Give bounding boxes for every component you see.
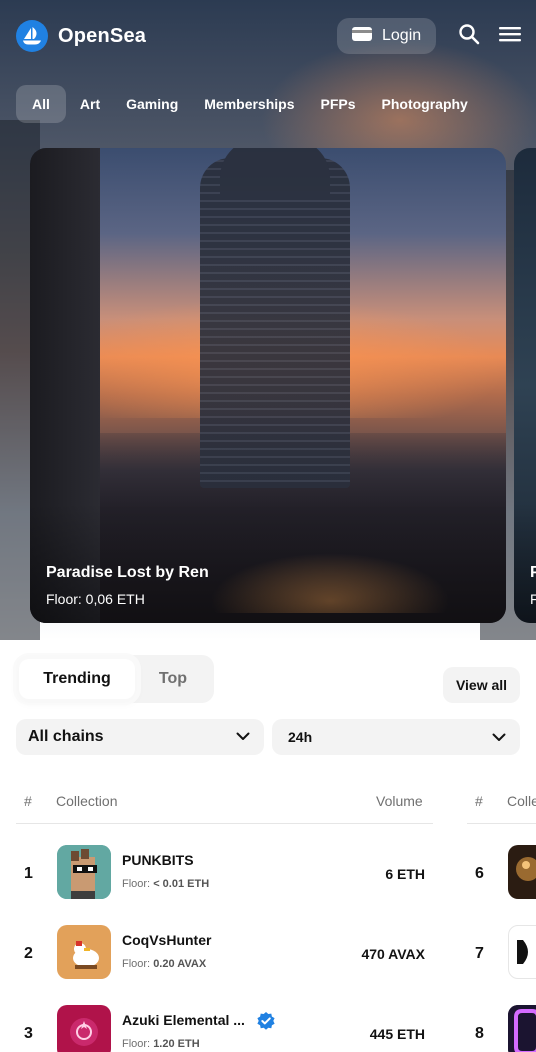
- period-select-value: 24h: [288, 729, 313, 745]
- login-label: Login: [382, 27, 422, 44]
- row-rank: 2: [24, 945, 33, 962]
- featured-card-next[interactable]: P F: [514, 148, 536, 623]
- featured-card[interactable]: Paradise Lost by Ren Floor: 0,06 ETH: [30, 148, 506, 623]
- opensea-logo-icon: [16, 20, 48, 52]
- login-button[interactable]: Login: [337, 18, 436, 54]
- collection-thumbnail: [57, 1005, 111, 1052]
- brand-name: OpenSea: [58, 24, 147, 47]
- chevron-down-icon: [236, 728, 250, 746]
- row-rank: 1: [24, 865, 33, 882]
- search-button[interactable]: [455, 22, 483, 50]
- collection-thumbnail: [57, 925, 111, 979]
- chevron-down-icon: [492, 729, 506, 745]
- hamburger-menu-icon: [498, 24, 522, 49]
- collection-name: CoqVsHunter: [122, 932, 212, 948]
- column-header-rank: #: [24, 793, 32, 809]
- row-rank: 8: [475, 1025, 484, 1042]
- collection-floor: Floor: < 0.01 ETH: [122, 878, 209, 890]
- table-row[interactable]: 6: [467, 845, 536, 905]
- category-tabs: All Art Gaming Memberships PFPs Photogra…: [16, 85, 536, 123]
- floor-value: 1.20 ETH: [153, 1038, 200, 1050]
- column-header-collection: Colle: [507, 793, 536, 809]
- column-header-volume: Volume: [376, 793, 423, 809]
- collection-name: Azuki Elemental ...: [122, 1012, 245, 1028]
- row-rank: 6: [475, 865, 484, 882]
- row-rank: 7: [475, 945, 484, 962]
- collection-volume: 470 AVAX: [361, 946, 425, 962]
- collection-thumbnail: [508, 925, 536, 979]
- floor-value: 0.20 AVAX: [153, 958, 207, 970]
- collection-thumbnail: [57, 845, 111, 899]
- collection-thumbnail: [508, 845, 536, 899]
- top-header: OpenSea Login: [0, 0, 536, 72]
- featured-card-floor: F: [530, 591, 536, 607]
- table-row[interactable]: 2 CoqVsHunter Floor: 0.20 AVAX 470 AVAX: [16, 925, 433, 985]
- tab-gaming[interactable]: Gaming: [113, 85, 191, 123]
- tab-top[interactable]: Top: [144, 659, 202, 699]
- opensea-logo[interactable]: OpenSea: [16, 20, 146, 52]
- menu-button[interactable]: [496, 22, 524, 50]
- ranking-toggle: Trending Top: [16, 655, 214, 703]
- floor-label: Floor:: [122, 878, 151, 890]
- view-all-button[interactable]: View all: [443, 667, 520, 703]
- table-row[interactable]: 3 Azuki Elemental ... Floor: 1.20 ETH 44…: [16, 1005, 433, 1052]
- row-rank: 3: [24, 1025, 33, 1042]
- featured-card-floor: Floor: 0,06 ETH: [46, 591, 145, 607]
- collection-thumbnail: [508, 1005, 536, 1052]
- featured-card-title: Paradise Lost by Ren: [46, 564, 209, 581]
- chain-select[interactable]: All chains: [16, 719, 264, 755]
- featured-card-title: P: [530, 564, 536, 581]
- tab-trending[interactable]: Trending: [19, 659, 135, 699]
- period-select[interactable]: 24h: [272, 719, 520, 755]
- tab-all[interactable]: All: [16, 85, 66, 123]
- table-row[interactable]: 7: [467, 925, 536, 985]
- table-row[interactable]: 1 PUNKBITS Floor: < 0.01 ETH 6 ETH: [16, 845, 433, 905]
- collection-floor: Floor: 1.20 ETH: [122, 1038, 200, 1050]
- tab-photography[interactable]: Photography: [369, 85, 481, 123]
- collection-name: PUNKBITS: [122, 852, 194, 868]
- verified-badge-icon: [256, 1011, 276, 1031]
- floor-value: < 0.01 ETH: [153, 878, 210, 890]
- tab-pfps[interactable]: PFPs: [308, 85, 369, 123]
- search-icon: [458, 23, 480, 50]
- card-artwork-tower: [200, 148, 350, 488]
- collection-volume: 445 ETH: [369, 1026, 425, 1042]
- floor-label: Floor:: [122, 1038, 151, 1050]
- floor-label: Floor:: [122, 958, 151, 970]
- table-header-divider: [16, 823, 433, 824]
- column-header-rank: #: [475, 793, 483, 809]
- column-header-collection: Collection: [56, 793, 118, 809]
- tab-memberships[interactable]: Memberships: [191, 85, 307, 123]
- collection-floor: Floor: 0.20 AVAX: [122, 958, 206, 970]
- chain-select-value: All chains: [28, 728, 104, 745]
- table-row[interactable]: 8: [467, 1005, 536, 1052]
- tab-art[interactable]: Art: [67, 85, 113, 123]
- wallet-icon: [351, 25, 373, 48]
- collection-volume: 6 ETH: [385, 866, 425, 882]
- table-header-divider: [467, 823, 536, 824]
